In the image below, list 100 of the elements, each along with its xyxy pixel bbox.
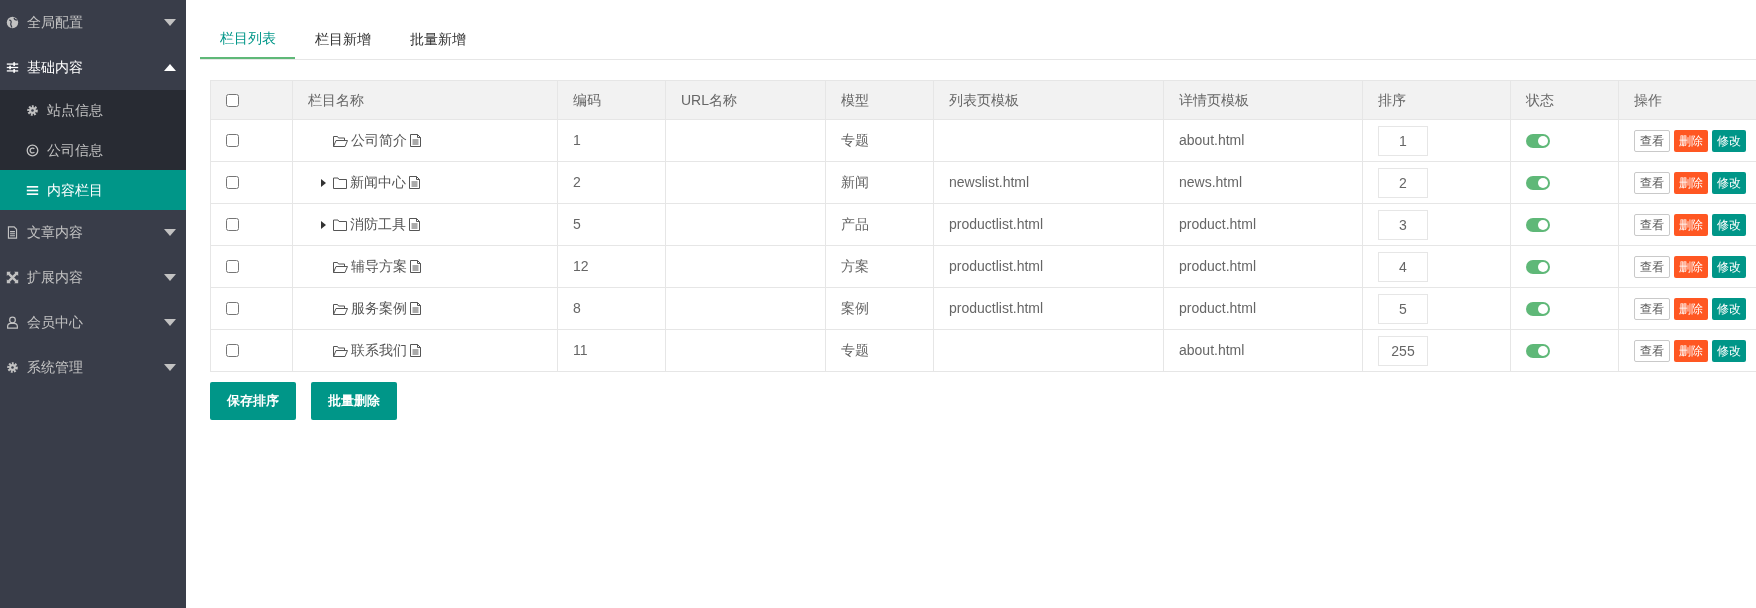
checkbox[interactable] bbox=[226, 93, 239, 107]
table-cell-text: newslist.html bbox=[949, 173, 1030, 192]
column-header: 排序 bbox=[1378, 90, 1406, 110]
document-icon bbox=[409, 176, 420, 189]
action-button[interactable]: 修改 bbox=[1712, 171, 1746, 194]
table-cell-text: 联系我们 bbox=[351, 341, 407, 360]
action-button[interactable]: 修改 bbox=[1712, 255, 1746, 278]
expand-icon bbox=[6, 271, 19, 284]
caret-down-icon bbox=[164, 274, 176, 281]
action-button[interactable]: 删除 bbox=[1674, 297, 1708, 320]
action-button[interactable]: 删除 bbox=[1674, 171, 1708, 194]
sidebar-item[interactable]: 文章内容 bbox=[0, 210, 186, 255]
table-cell-text: 辅导方案 bbox=[351, 257, 407, 276]
action-button[interactable]: 查看 bbox=[1634, 171, 1670, 194]
globe-icon bbox=[6, 16, 19, 29]
table-cell-text: product.html bbox=[1179, 299, 1257, 318]
action-button[interactable]: 查看 bbox=[1634, 297, 1670, 320]
table-cell-text: about.html bbox=[1179, 131, 1245, 150]
column-header: 操作 bbox=[1634, 90, 1662, 110]
column-header: 栏目名称 bbox=[308, 90, 364, 110]
sidebar-item[interactable]: 基础内容 bbox=[0, 45, 186, 90]
action-button[interactable]: 查看 bbox=[1634, 213, 1670, 236]
caret-down-icon bbox=[164, 19, 176, 26]
sidebar-item[interactable]: 系统管理 bbox=[0, 345, 186, 390]
column-header: 列表页模板 bbox=[949, 90, 1019, 110]
column-header: 编码 bbox=[573, 90, 601, 110]
action-button[interactable]: 查看 bbox=[1634, 129, 1670, 152]
table-cell-text: 8 bbox=[573, 299, 581, 318]
sort-input[interactable]: 1 bbox=[1378, 125, 1428, 156]
caret-down-icon bbox=[164, 319, 176, 326]
sidebar-subitem[interactable]: 站点信息 bbox=[0, 90, 186, 130]
column-header: 状态 bbox=[1526, 90, 1554, 110]
tab[interactable]: 批量新增 bbox=[390, 19, 485, 59]
menu-icon bbox=[26, 183, 39, 197]
table-cell-text: 2 bbox=[573, 173, 581, 192]
toggle-switch[interactable] bbox=[1526, 217, 1550, 232]
sort-input[interactable]: 255 bbox=[1378, 335, 1428, 366]
caret-right-icon[interactable] bbox=[321, 178, 326, 187]
column-header: 模型 bbox=[841, 90, 869, 110]
document-icon bbox=[409, 218, 420, 231]
caret-right-icon[interactable] bbox=[321, 220, 326, 229]
copyright-icon bbox=[26, 143, 39, 157]
sort-input[interactable]: 3 bbox=[1378, 209, 1428, 240]
sort-input[interactable]: 4 bbox=[1378, 251, 1428, 282]
sort-input[interactable]: 5 bbox=[1378, 293, 1428, 324]
checkbox[interactable] bbox=[226, 344, 239, 357]
table-cell-text: 方案 bbox=[841, 257, 869, 276]
sort-input[interactable]: 2 bbox=[1378, 167, 1428, 198]
toggle-switch[interactable] bbox=[1526, 301, 1550, 316]
sidebar-subitem[interactable]: 公司信息 bbox=[0, 130, 186, 170]
table-cell-text: 服务案例 bbox=[351, 299, 407, 318]
table-cell-text: productlist.html bbox=[949, 215, 1044, 234]
gear-icon bbox=[26, 103, 39, 117]
table-cell-text: 新闻 bbox=[841, 173, 869, 192]
tab[interactable]: 栏目新增 bbox=[295, 19, 390, 59]
sidebar-item[interactable]: 扩展内容 bbox=[0, 255, 186, 300]
toggle-switch[interactable] bbox=[1526, 175, 1550, 190]
sidebar-item[interactable]: 全局配置 bbox=[0, 0, 186, 45]
toggle-switch[interactable] bbox=[1526, 259, 1550, 274]
table-cell-text: 5 bbox=[573, 215, 581, 234]
sliders-icon bbox=[6, 61, 19, 74]
table-cell-text: 专题 bbox=[841, 341, 869, 360]
document-icon bbox=[410, 302, 421, 315]
table-cell-text: 消防工具 bbox=[350, 215, 406, 234]
toggle-switch[interactable] bbox=[1526, 133, 1550, 148]
tab[interactable]: 栏目列表 bbox=[200, 19, 295, 59]
table-cell-text: 产品 bbox=[841, 215, 869, 234]
action-button[interactable]: 修改 bbox=[1712, 213, 1746, 236]
caret-down-icon bbox=[164, 229, 176, 236]
table-cell-text: 新闻中心 bbox=[350, 173, 406, 192]
action-button[interactable]: 修改 bbox=[1712, 129, 1746, 152]
action-button[interactable]: 删除 bbox=[1674, 339, 1708, 362]
user-icon bbox=[6, 316, 19, 329]
action-button[interactable]: 查看 bbox=[1634, 339, 1670, 362]
action-button[interactable]: 修改 bbox=[1712, 339, 1746, 362]
table-cell-text: 1 bbox=[573, 131, 581, 150]
checkbox[interactable] bbox=[226, 302, 239, 315]
sidebar-item[interactable]: 会员中心 bbox=[0, 300, 186, 345]
document-icon bbox=[410, 260, 421, 273]
checkbox[interactable] bbox=[226, 218, 239, 231]
sidebar-subitem[interactable]: 内容栏目 bbox=[0, 170, 186, 210]
action-button[interactable]: 删除 bbox=[1674, 129, 1708, 152]
action-button[interactable]: 保存排序 bbox=[210, 382, 296, 420]
checkbox[interactable] bbox=[226, 260, 239, 273]
checkbox[interactable] bbox=[226, 176, 239, 189]
column-header: URL名称 bbox=[681, 90, 737, 110]
action-button[interactable]: 删除 bbox=[1674, 213, 1708, 236]
action-button[interactable]: 批量删除 bbox=[311, 382, 397, 420]
action-button[interactable]: 查看 bbox=[1634, 255, 1670, 278]
caret-down-icon bbox=[164, 364, 176, 371]
table-cell-text: productlist.html bbox=[949, 257, 1044, 276]
action-button[interactable]: 修改 bbox=[1712, 297, 1746, 320]
caret-up-icon bbox=[164, 64, 176, 71]
table-cell-text: product.html bbox=[1179, 257, 1257, 276]
toggle-switch[interactable] bbox=[1526, 343, 1550, 358]
checkbox[interactable] bbox=[226, 134, 239, 147]
document-icon bbox=[410, 344, 421, 357]
table-cell-text: 公司简介 bbox=[351, 131, 407, 150]
action-button[interactable]: 删除 bbox=[1674, 255, 1708, 278]
table-cell-text: 专题 bbox=[841, 131, 869, 150]
